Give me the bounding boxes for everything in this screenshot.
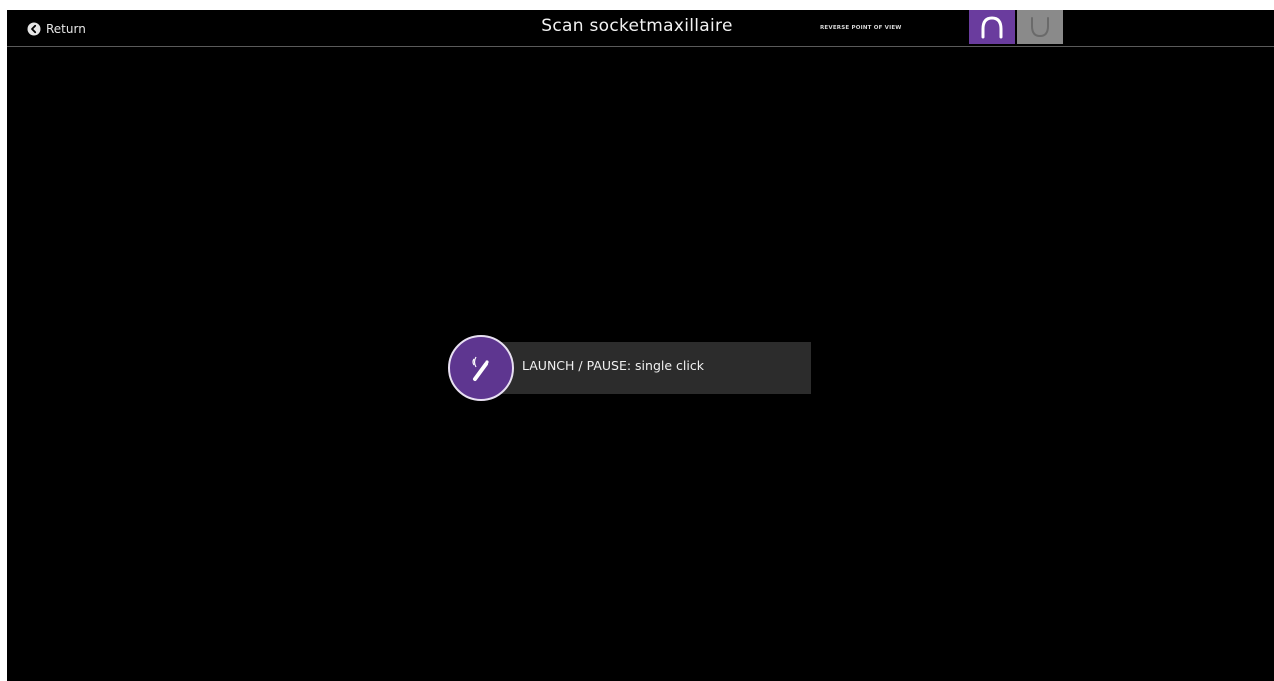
upper-arch-view-button[interactable] xyxy=(969,10,1015,44)
reverse-point-of-view-label: REVERSE POINT OF VIEW xyxy=(820,25,902,31)
scan-viewport: Return Scan socketmaxillaire REVERSE POI… xyxy=(7,10,1274,681)
lower-arch-view-button[interactable] xyxy=(1017,10,1063,44)
scanner-wand-icon xyxy=(472,356,489,381)
upper-arch-icon xyxy=(981,16,1003,39)
return-button[interactable]: Return xyxy=(27,20,86,37)
back-arrow-icon xyxy=(27,22,41,35)
return-label: Return xyxy=(46,21,86,36)
page-title: Scan socketmaxillaire xyxy=(541,16,733,36)
scanner-badge xyxy=(448,335,514,401)
instruction-tooltip: LAUNCH / PAUSE: single click xyxy=(448,335,818,401)
instruction-text: LAUNCH / PAUSE: single click xyxy=(522,358,704,373)
lower-arch-icon xyxy=(1031,17,1049,38)
top-bar: Return Scan socketmaxillaire REVERSE POI… xyxy=(7,10,1274,47)
